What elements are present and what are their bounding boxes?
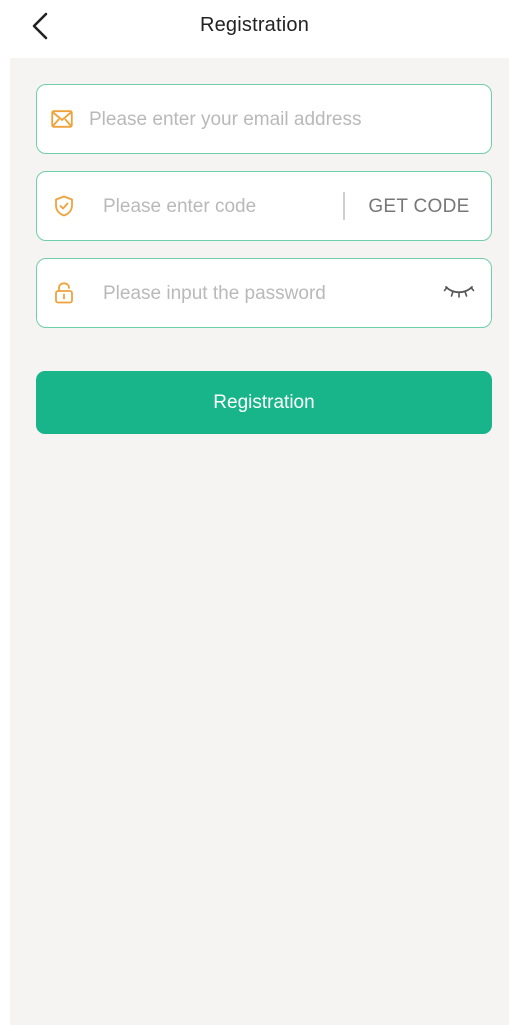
shield-check-icon xyxy=(53,195,75,217)
code-field-container: GET CODE xyxy=(36,171,492,241)
form-panel: GET CODE xyxy=(10,58,509,1025)
page-title: Registration xyxy=(199,14,310,36)
email-input[interactable] xyxy=(89,105,479,135)
get-code-button[interactable]: GET CODE xyxy=(359,192,479,222)
registration-screen: Registration Please enter your email add… xyxy=(0,0,509,1025)
code-divider xyxy=(343,192,345,220)
registration-button[interactable]: Registration xyxy=(36,371,492,434)
email-field-container xyxy=(36,84,492,154)
eye-closed-icon xyxy=(443,283,475,304)
code-input[interactable] xyxy=(103,192,333,222)
password-visibility-toggle[interactable] xyxy=(441,281,477,305)
header: Registration xyxy=(0,0,509,58)
password-field-container xyxy=(36,258,492,328)
password-input[interactable] xyxy=(103,279,433,309)
mail-icon xyxy=(51,108,73,130)
lock-icon xyxy=(53,282,75,304)
